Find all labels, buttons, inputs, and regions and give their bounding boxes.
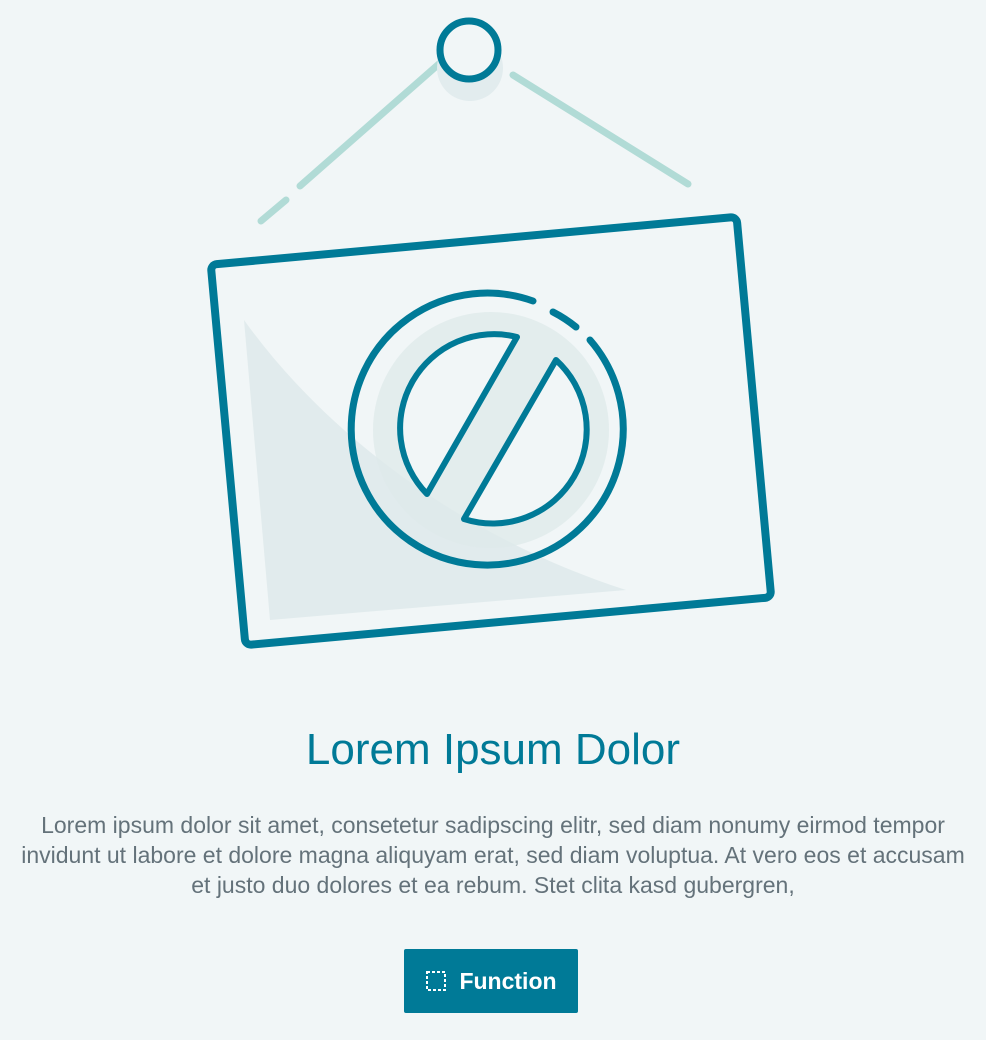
empty-state-page: Lorem Ipsum Dolor Lorem ipsum dolor sit … (0, 0, 986, 1040)
function-button-label: Function (459, 967, 557, 994)
dashed-square-icon (425, 970, 447, 992)
empty-state-description: Lorem ipsum dolor sit amet, consetetur s… (21, 812, 965, 898)
function-button[interactable]: Function (404, 949, 578, 1013)
empty-state-title: Lorem Ipsum Dolor (305, 725, 681, 774)
nail-icon (436, 17, 502, 83)
hanging-sign-illustration (207, 17, 775, 649)
